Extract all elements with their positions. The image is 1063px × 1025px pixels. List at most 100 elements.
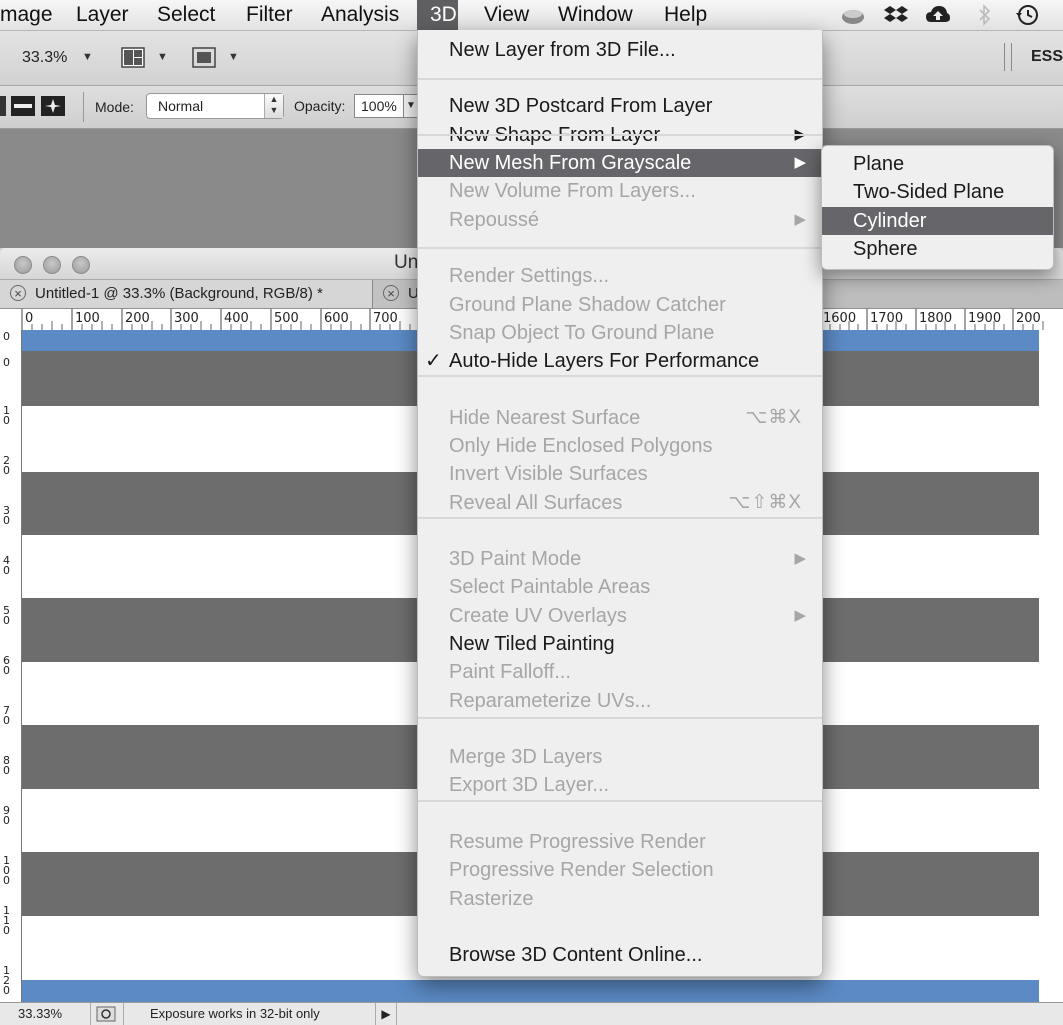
submenu-item-cylinder[interactable]: Cylinder [822, 207, 1053, 235]
time-machine-icon[interactable] [1014, 3, 1040, 27]
ruler-label: 700 [373, 311, 398, 326]
opacity-input[interactable]: 100% [354, 94, 404, 118]
ruler-label: 100 [3, 854, 10, 887]
menu-item-progressive-render-selection[interactable]: Progressive Render Selection [418, 856, 822, 884]
submenu-arrow-icon: ▶ [794, 607, 806, 624]
menu-item-label: Auto-Hide Layers For Performance [449, 350, 760, 372]
menu-analysis[interactable]: Analysis [308, 0, 412, 30]
submenu-arrow-icon: ▶ [794, 211, 806, 228]
menu-image[interactable]: mage [0, 0, 66, 30]
close-window-button[interactable] [14, 256, 32, 274]
menu-item-new-tiled-painting[interactable]: New Tiled Painting [418, 630, 822, 658]
menu-item-repouss[interactable]: Repoussé ▶ [418, 206, 822, 234]
document-info-icon[interactable] [96, 1006, 116, 1022]
canvas-gutter [1039, 330, 1063, 1002]
menu-item-resume-progressive-render[interactable]: Resume Progressive Render [418, 828, 822, 856]
ruler-label: 60 [3, 654, 10, 677]
checkmark-icon: ✓ [425, 350, 442, 372]
gradient-radial-icon[interactable] [40, 95, 66, 117]
menu-item-rasterize[interactable]: Rasterize [418, 885, 822, 913]
menu-item-label: Progressive Render Selection [449, 859, 714, 881]
menu-help[interactable]: Help [651, 0, 720, 30]
menu-item-snap-object-to-ground-plane[interactable]: Snap Object To Ground Plane [418, 319, 822, 347]
menu-item-label: Snap Object To Ground Plane [449, 322, 715, 344]
menu-item-shortcut: ⌥⌘X [745, 407, 802, 428]
mode-select[interactable]: Normal ▲ ▼ [146, 93, 284, 119]
screen-mode-icon[interactable] [190, 45, 220, 71]
menu-item-label: Rasterize [449, 888, 534, 910]
ruler-label: 110 [3, 904, 10, 937]
tab-close-icon[interactable]: × [10, 285, 26, 301]
ruler-label: 300 [174, 311, 199, 326]
menu-3d[interactable]: 3D [417, 0, 458, 30]
arrange-documents-icon[interactable] [120, 46, 148, 70]
canvas-stripe-blue [22, 980, 1039, 1002]
menu-item-new-volume-from-layers[interactable]: New Volume From Layers... [418, 177, 822, 205]
menu-item-hide-nearest-surface[interactable]: Hide Nearest Surface ⌥⌘X [418, 404, 822, 432]
zoom-level[interactable]: 33.3% [22, 49, 67, 67]
menu-item-new-3d-postcard-from-layer[interactable]: New 3D Postcard From Layer [418, 92, 822, 120]
menu-item-create-uv-overlays[interactable]: Create UV Overlays ▶ [418, 602, 822, 630]
submenu-arrow-icon: ▶ [794, 550, 806, 567]
screen-mode-dropdown-arrow-icon[interactable]: ▼ [228, 51, 239, 63]
workspace-switcher[interactable]: ESSI [1031, 48, 1063, 66]
menu-item-new-layer-from-3d-file[interactable]: New Layer from 3D File... [418, 36, 822, 64]
ruler-label: 1600 [823, 311, 857, 326]
submenu-item-two-sided-plane[interactable]: Two-Sided Plane [822, 178, 1053, 206]
menu-item-select-paintable-areas[interactable]: Select Paintable Areas [418, 573, 822, 601]
cloud-upload-icon[interactable] [925, 3, 951, 27]
opacity-label: Opacity: [294, 98, 346, 114]
menu-item-label: Ground Plane Shadow Catcher [449, 294, 726, 316]
ruler-label: 40 [3, 554, 10, 577]
status-menu-arrow-icon[interactable]: ▶ [375, 1003, 397, 1025]
menu-item-browse-3d-content-online[interactable]: Browse 3D Content Online... [418, 941, 822, 969]
cloud-cup-icon[interactable] [840, 3, 866, 27]
status-bar: 33.33% Exposure works in 32-bit only ▶ [0, 1002, 1063, 1025]
ruler-label: 50 [3, 604, 10, 627]
menu-item-auto-hide-layers-for-performance[interactable]: ✓ Auto-Hide Layers For Performance [418, 347, 822, 375]
submenu-item-sphere[interactable]: Sphere [822, 235, 1053, 263]
menu-item-paint-falloff[interactable]: Paint Falloff... [418, 658, 822, 686]
opacity-value: 100% [361, 98, 397, 114]
menu-item-label: Hide Nearest Surface [449, 407, 641, 429]
menu-item-label: New Mesh From Grayscale [449, 152, 692, 174]
minimize-window-button[interactable] [43, 256, 61, 274]
menu-filter[interactable]: Filter [233, 0, 306, 30]
menu-item-invert-visible-surfaces[interactable]: Invert Visible Surfaces [418, 460, 822, 488]
zoom-dropdown-arrow-icon[interactable]: ▼ [82, 51, 93, 63]
menu-item-reveal-all-surfaces[interactable]: Reveal All Surfaces ⌥⇧⌘X [418, 489, 822, 517]
dropbox-icon[interactable] [883, 3, 909, 27]
menu-separator [418, 375, 822, 377]
menu-separator [418, 517, 822, 519]
menu-item-ground-plane-shadow-catcher[interactable]: Ground Plane Shadow Catcher [418, 291, 822, 319]
menu-select[interactable]: Select [144, 0, 228, 30]
menu-window[interactable]: Window [545, 0, 646, 30]
bluetooth-icon[interactable] [972, 3, 998, 27]
menu-view[interactable]: View [471, 0, 542, 30]
menu-layer[interactable]: Layer [63, 0, 142, 30]
menu-item-label: Browse 3D Content Online... [449, 944, 703, 966]
status-zoom-field[interactable]: 33.33% [0, 1003, 91, 1025]
tab-close-icon[interactable]: × [383, 285, 399, 301]
ruler-label: 200 [1016, 311, 1041, 326]
menu-item-export-3d-layer[interactable]: Export 3D Layer... [418, 771, 822, 799]
tool-preset-icon[interactable] [0, 96, 6, 116]
menu-separator [418, 78, 822, 80]
arrange-dropdown-arrow-icon[interactable]: ▼ [157, 51, 168, 63]
mode-label: Mode: [95, 99, 134, 115]
menu-item-merge-3d-layers[interactable]: Merge 3D Layers [418, 743, 822, 771]
submenu-item-plane[interactable]: Plane [822, 150, 1053, 178]
menu-item-label: Repoussé [449, 209, 540, 231]
menu-item-only-hide-enclosed-polygons[interactable]: Only Hide Enclosed Polygons [418, 432, 822, 460]
zoom-window-button[interactable] [72, 256, 90, 274]
ruler-label: 10 [3, 404, 10, 427]
menu-item-new-mesh-from-grayscale[interactable]: New Mesh From Grayscale ▶ [418, 149, 822, 177]
gradient-linear-icon[interactable] [10, 95, 36, 117]
menu-item-3d-paint-mode[interactable]: 3D Paint Mode ▶ [418, 545, 822, 573]
document-title: Un [394, 252, 419, 273]
tab-untitled-1[interactable]: × Untitled-1 @ 33.3% (Background, RGB/8)… [0, 280, 373, 308]
submenu-item-label: Sphere [853, 238, 918, 260]
ruler-label: 0 [3, 356, 10, 369]
menu-item-reparameterize-uvs[interactable]: Reparameterize UVs... [418, 687, 822, 715]
menu-item-render-settings[interactable]: Render Settings... [418, 262, 822, 290]
